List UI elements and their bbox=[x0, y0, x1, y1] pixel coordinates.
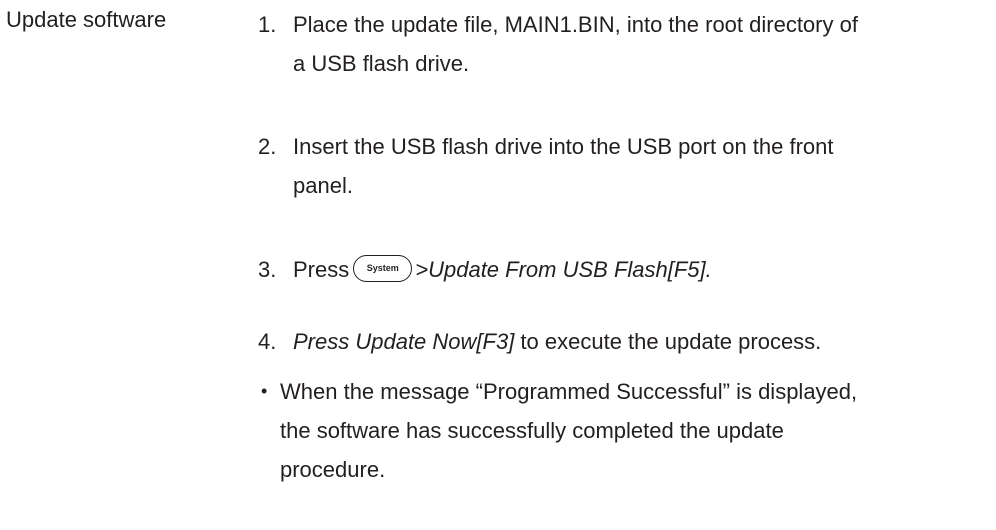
step-text: Insert the USB flash drive into the USB … bbox=[293, 127, 834, 205]
section-label: Update software bbox=[6, 7, 167, 32]
bullet-icon: • bbox=[261, 381, 268, 401]
step-line: panel. bbox=[293, 173, 353, 198]
step-line: Insert the USB flash drive into the USB … bbox=[293, 134, 834, 159]
step-menu-path: >Update From USB Flash[F5]. bbox=[415, 257, 712, 282]
step-line: Place the update file, MAIN1.BIN, into t… bbox=[293, 12, 858, 37]
note-text: When the message “Programmed Successful”… bbox=[280, 372, 857, 489]
note-line: When the message “Programmed Successful”… bbox=[280, 379, 858, 404]
step-italic-command: Press Update Now[F3] bbox=[293, 329, 515, 354]
step-4: 4. Press Update Now[F3] to execute the u… bbox=[258, 322, 978, 361]
step-text: Press System >Update From USB Flash[F5]. bbox=[293, 250, 712, 289]
step-line: a USB flash drive. bbox=[293, 51, 470, 76]
note-line: procedure. bbox=[280, 457, 386, 482]
step-rest: to execute the update process. bbox=[514, 329, 822, 354]
note-line: the software has successfully completed … bbox=[280, 418, 784, 443]
step-text: Press Update Now[F3] to execute the upda… bbox=[293, 322, 821, 361]
step-number: 4. bbox=[258, 329, 277, 354]
system-key-icon: System bbox=[353, 254, 413, 282]
step-3: 3. Press System >Update From USB Flash[F5]… bbox=[258, 250, 978, 289]
step-text: Place the update file, MAIN1.BIN, into t… bbox=[293, 5, 858, 83]
step-number: 1. bbox=[258, 12, 277, 37]
step-1: 1. Place the update file, MAIN1.BIN, int… bbox=[258, 5, 978, 83]
completion-note: • When the message “Programmed Successfu… bbox=[258, 372, 978, 489]
step-2: 2. Insert the USB flash drive into the U… bbox=[258, 127, 978, 205]
step-number: 2. bbox=[258, 134, 277, 159]
step-number: 3. bbox=[258, 257, 277, 282]
step-prefix: Press bbox=[293, 257, 350, 282]
